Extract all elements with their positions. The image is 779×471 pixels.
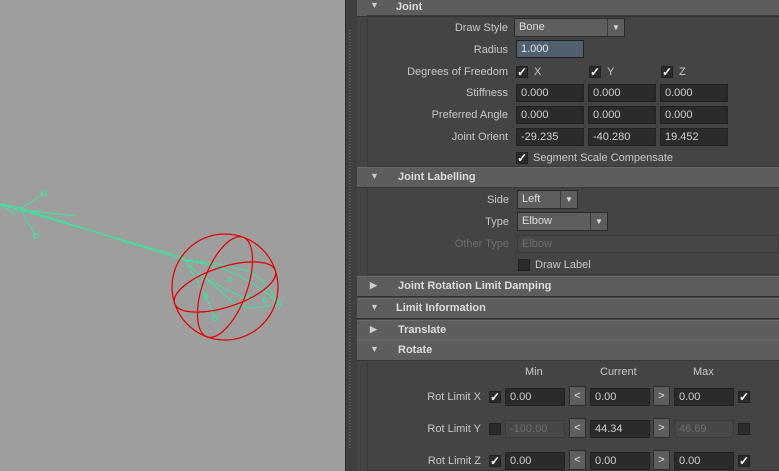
viewport-3d[interactable] xyxy=(0,0,345,471)
section-joint-labelling[interactable]: ▼ Joint Labelling xyxy=(357,167,779,188)
preferred-angle-x-field[interactable]: 0.000 xyxy=(516,106,584,124)
arrow-left-icon[interactable]: < xyxy=(569,450,586,470)
type-label: Type xyxy=(485,216,509,228)
rotate-manipulator[interactable] xyxy=(168,230,281,345)
rot-limit-z-max-checkbox[interactable]: ✓ xyxy=(738,455,750,467)
section-rotation-limit-damping-title: Joint Rotation Limit Damping xyxy=(398,280,552,292)
rot-limit-y-min-field: -100.00 xyxy=(505,420,565,438)
dof-x-label: X xyxy=(534,66,542,78)
preferred-angle-label: Preferred Angle xyxy=(431,109,508,121)
splitter-grip xyxy=(349,30,351,450)
section-limit-information[interactable]: ▼ Limit Information xyxy=(357,298,779,319)
section-joint-labelling-title: Joint Labelling xyxy=(398,171,476,183)
draw-style-dropdown[interactable]: Bone ▼ xyxy=(514,18,625,37)
segment-scale-label: Segment Scale Compensate xyxy=(533,152,674,164)
radius-label: Radius xyxy=(473,44,508,56)
triangle-right-icon: ▶ xyxy=(370,324,377,334)
joint-chain[interactable] xyxy=(0,190,282,321)
rot-limit-x-max-field[interactable]: 0.00 xyxy=(674,388,734,406)
rot-limit-x-min-checkbox[interactable]: ✓ xyxy=(489,391,501,403)
rot-limit-x-max-checkbox[interactable]: ✓ xyxy=(738,391,750,403)
rot-limit-y-min-checkbox[interactable]: ✓ xyxy=(489,423,501,435)
triangle-down-icon: ▼ xyxy=(370,171,379,181)
arrow-left-icon[interactable]: < xyxy=(569,386,586,406)
rot-limit-z-min-checkbox[interactable]: ✓ xyxy=(489,455,501,467)
rotate-col-min: Min xyxy=(525,366,543,378)
joint-orient-x-field[interactable]: -29.235 xyxy=(516,128,584,146)
dof-label: Degrees of Freedom xyxy=(407,66,508,78)
section-rotation-limit-damping[interactable]: ▶ Joint Rotation Limit Damping xyxy=(357,276,779,297)
preferred-angle-z-field[interactable]: 0.000 xyxy=(660,106,728,124)
rotate-col-current: Current xyxy=(600,366,637,378)
side-value: Left xyxy=(522,193,541,205)
dof-x-checkbox[interactable]: ✓ xyxy=(516,66,528,78)
triangle-down-icon: ▼ xyxy=(370,344,379,354)
rotate-col-max: Max xyxy=(693,366,714,378)
section-limit-information-title: Limit Information xyxy=(396,302,486,314)
other-type-field: Elbow xyxy=(517,235,779,253)
dof-z-label: Z xyxy=(679,66,686,78)
other-type-label: Other Type xyxy=(454,238,509,250)
dof-y-checkbox[interactable]: ✓ xyxy=(589,66,601,78)
section-translate-title: Translate xyxy=(398,324,447,336)
stiffness-y-field[interactable]: 0.000 xyxy=(588,84,656,102)
draw-style-label: Draw Style xyxy=(454,22,508,34)
preferred-angle-y-field[interactable]: 0.000 xyxy=(588,106,656,124)
type-value: Elbow xyxy=(522,215,552,227)
type-dropdown[interactable]: Elbow ▼ xyxy=(517,212,608,231)
radius-field[interactable]: 1.000 xyxy=(516,40,584,58)
stiffness-label: Stiffness xyxy=(466,87,508,99)
arrow-right-icon[interactable]: > xyxy=(653,418,670,438)
section-rotate[interactable]: ▼ Rotate xyxy=(357,340,779,361)
arrow-right-icon[interactable]: > xyxy=(653,386,670,406)
triangle-down-icon: ▼ xyxy=(370,302,379,312)
rot-limit-z-current-field[interactable]: 0.00 xyxy=(590,452,650,470)
rot-limit-y-current-field[interactable]: 44.34 xyxy=(590,420,650,438)
rot-limit-y-max-checkbox[interactable]: ✓ xyxy=(738,423,750,435)
joint-orient-z-field[interactable]: 19.452 xyxy=(660,128,728,146)
triangle-down-icon: ▼ xyxy=(370,0,379,10)
side-label: Side xyxy=(486,194,509,206)
joint-orient-label: Joint Orient xyxy=(451,131,508,143)
attribute-editor: ▼ Joint Draw Style Bone ▼ Radius 1.000 D… xyxy=(357,0,779,471)
rot-limit-x-current-field[interactable]: 0.00 xyxy=(590,388,650,406)
chevron-down-icon: ▼ xyxy=(607,19,624,36)
section-translate[interactable]: ▶ Translate xyxy=(357,320,779,341)
draw-style-value: Bone xyxy=(519,21,545,33)
segment-scale-checkbox[interactable]: ✓ xyxy=(516,152,528,164)
chevron-down-icon: ▼ xyxy=(560,191,577,208)
rot-limit-y-label: Rot Limit Y xyxy=(427,423,481,435)
arrow-left-icon[interactable]: < xyxy=(569,418,586,438)
triangle-right-icon: ▶ xyxy=(370,280,377,290)
stiffness-x-field[interactable]: 0.000 xyxy=(516,84,584,102)
arrow-right-icon[interactable]: > xyxy=(653,450,670,470)
stiffness-z-field[interactable]: 0.000 xyxy=(660,84,728,102)
draw-label-label: Draw Label xyxy=(535,259,591,271)
scene-drawing xyxy=(0,190,282,345)
section-joint-title: Joint xyxy=(396,1,423,13)
dof-z-checkbox[interactable]: ✓ xyxy=(661,66,673,78)
rot-limit-x-min-field[interactable]: 0.00 xyxy=(505,388,565,406)
rot-limit-z-min-field[interactable]: 0.00 xyxy=(505,452,565,470)
rot-limit-z-max-field[interactable]: 0.00 xyxy=(674,452,734,470)
rot-limit-z-label: Rot Limit Z xyxy=(427,455,481,467)
joint-orient-y-field[interactable]: -40.280 xyxy=(588,128,656,146)
side-dropdown[interactable]: Left ▼ xyxy=(517,190,578,209)
draw-label-checkbox[interactable]: ✓ xyxy=(518,259,530,271)
rot-limit-x-label: Rot Limit X xyxy=(427,391,481,403)
dof-y-label: Y xyxy=(607,66,615,78)
rot-limit-y-max-field: 46.69 xyxy=(674,420,734,438)
section-rotate-title: Rotate xyxy=(398,344,433,356)
chevron-down-icon: ▼ xyxy=(590,213,607,230)
